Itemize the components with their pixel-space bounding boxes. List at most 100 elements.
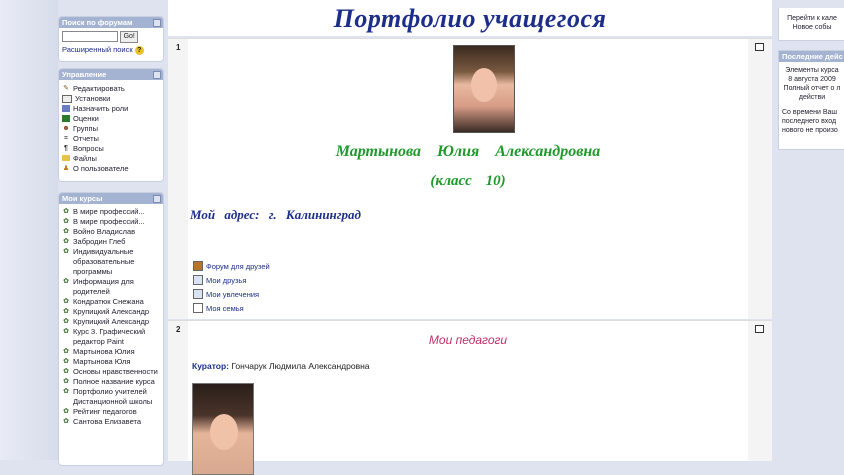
course-link[interactable]: ✿ Информация для родителей: [62, 277, 160, 297]
course-link[interactable]: ✿ Кондратюк Снежана: [62, 297, 160, 307]
course-link[interactable]: ✿ В мире профессий...: [62, 207, 160, 217]
curator-name: Гончарук Людмила Александровна: [231, 361, 370, 371]
forum-search-input[interactable]: [62, 31, 118, 42]
advanced-search-link[interactable]: Расширенный поиск ?: [62, 45, 160, 55]
curator-photo: [192, 383, 254, 475]
questions-icon: ¶: [64, 145, 68, 152]
section-toggle-icon[interactable]: [755, 43, 764, 51]
course-icon: ✿: [63, 408, 69, 415]
forum-icon: [193, 261, 203, 271]
calendar-block: Перейти к кале Новое собы: [778, 8, 844, 41]
course-icon: ✿: [63, 328, 69, 335]
admin-item-settings[interactable]: Установки: [62, 94, 160, 104]
student-class: (класс 10): [430, 173, 506, 189]
course-icon: ✿: [63, 418, 69, 425]
search-go-button[interactable]: Go!: [120, 31, 139, 43]
admin-item-roles[interactable]: Назначить роли: [62, 104, 160, 114]
link-forum-friends[interactable]: Форум для друзей: [193, 259, 270, 273]
advanced-search-label[interactable]: Расширенный поиск: [62, 45, 133, 54]
my-courses-block: Мои курсы ✿ В мире профессий... ✿ В мире п…: [58, 192, 164, 466]
full-report-link[interactable]: Полный отчет о л: [782, 84, 842, 93]
admin-item-grades[interactable]: Оценки: [62, 114, 160, 124]
help-icon[interactable]: ?: [134, 46, 144, 55]
course-icon: ✿: [63, 238, 69, 245]
recent-activity-title: Последние дейс: [779, 51, 844, 62]
course-icon: ✿: [63, 378, 69, 385]
goto-calendar-link[interactable]: Перейти к кале: [782, 14, 842, 23]
recent-activity-note: Со времени Ваш: [782, 109, 838, 116]
course-link[interactable]: ✿ Мартынова Юля: [62, 357, 160, 367]
section-number: 2: [176, 325, 181, 334]
course-link[interactable]: ✿ Основы нравственности: [62, 367, 160, 377]
course-link[interactable]: ✿ Портфолио учителей Дистанционной школы: [62, 387, 160, 407]
link-my-family[interactable]: Моя семья: [193, 301, 270, 315]
section-1-body: Мартынова Юлия Александровна (класс 10) …: [188, 39, 748, 319]
new-event-link[interactable]: Новое собы: [782, 23, 842, 32]
my-courses-title: Мои курсы: [62, 194, 103, 203]
course-icon: ✿: [63, 368, 69, 375]
groups-icon: ☻: [62, 125, 70, 132]
collapse-icon[interactable]: [153, 71, 161, 79]
main-content: Портфолио учащегося 1 Мартынова Юлия Але…: [168, 0, 772, 475]
student-name: Мартынова Юлия Александровна: [335, 143, 601, 160]
files-icon: [62, 155, 70, 161]
section-number: 1: [176, 43, 181, 52]
user-icon: ♟: [62, 165, 70, 172]
administration-block: Управление ✎ Редактировать Установки Назн…: [58, 68, 164, 182]
page-title: Портфолио учащегося: [333, 4, 607, 33]
forum-search-header: Поиск по форумам: [59, 17, 163, 28]
admin-item-files[interactable]: Файлы: [62, 154, 160, 164]
forum-search-title: Поиск по форумам: [62, 18, 133, 27]
admin-item-reports[interactable]: ⌗ Отчеты: [62, 134, 160, 144]
recent-activity-date: 8 августа 2009: [788, 76, 836, 83]
administration-title: Управление: [62, 70, 107, 79]
document-icon: [193, 303, 203, 313]
reports-icon: ⌗: [64, 135, 68, 142]
course-link[interactable]: ✿ В мире профессий...: [62, 217, 160, 227]
roles-icon: [62, 105, 70, 112]
teachers-title: Мои педагоги: [428, 333, 508, 347]
course-link[interactable]: ✿ Крупицкий Александр: [62, 317, 160, 327]
administration-header: Управление: [59, 69, 163, 80]
course-link[interactable]: ✿ Сантова Елизавета: [62, 417, 160, 427]
collapse-icon[interactable]: [153, 19, 161, 27]
course-icon: ✿: [63, 358, 69, 365]
link-my-hobbies[interactable]: Мои увлечения: [193, 287, 270, 301]
title-bar: Портфолио учащегося: [168, 0, 772, 36]
admin-item-groups[interactable]: ☻ Группы: [62, 124, 160, 134]
course-icon: ✿: [63, 218, 69, 225]
course-icon: ✿: [63, 348, 69, 355]
course-link[interactable]: ✿ Забродин Глеб: [62, 237, 160, 247]
curator-line: Куратор: Гончарук Людмила Александровна: [192, 361, 370, 371]
full-report-link-cont[interactable]: действи: [782, 93, 842, 102]
link-my-friends[interactable]: Мои друзья: [193, 273, 270, 287]
edit-icon: ✎: [63, 85, 69, 92]
forum-search-block: Поиск по форумам Go! Расширенный поиск ?: [58, 16, 164, 62]
course-icon: ✿: [63, 208, 69, 215]
course-icon: ✿: [63, 308, 69, 315]
admin-item-questions[interactable]: ¶ Вопросы: [62, 144, 160, 154]
course-link[interactable]: ✿ Полное название курса: [62, 377, 160, 387]
section-2: 2 Мои педагоги Куратор: Гончарук Людмила…: [168, 320, 772, 475]
course-link[interactable]: ✿ Рейтинг педагогов: [62, 407, 160, 417]
course-link[interactable]: ✿ Крупицкий Александр: [62, 307, 160, 317]
course-icon: ✿: [63, 228, 69, 235]
settings-icon: [62, 95, 72, 103]
collapse-icon[interactable]: [153, 195, 161, 203]
recent-activity-block: Последние дейс Элементы курса 8 августа …: [778, 50, 844, 150]
section-toggle-icon[interactable]: [755, 325, 764, 333]
admin-item-edit[interactable]: ✎ Редактировать: [62, 84, 160, 94]
admin-item-profile[interactable]: ♟ О пользователе: [62, 164, 160, 174]
course-link[interactable]: ✿ Курс 3. Графический редактор Paint: [62, 327, 160, 347]
course-link[interactable]: ✿ Войно Владислав: [62, 227, 160, 237]
course-icon: ✿: [63, 278, 69, 285]
student-address: Мой адрес: г. Калининград: [190, 207, 362, 222]
grades-icon: [62, 115, 70, 122]
page-background: [0, 0, 58, 460]
student-photo: [453, 45, 515, 133]
course-link[interactable]: ✿ Индивидуальные образовательные программ…: [62, 247, 160, 277]
course-link[interactable]: ✿ Мартынова Юлия: [62, 347, 160, 357]
page-icon: [193, 275, 203, 285]
course-icon: ✿: [63, 298, 69, 305]
my-courses-header: Мои курсы: [59, 193, 163, 204]
